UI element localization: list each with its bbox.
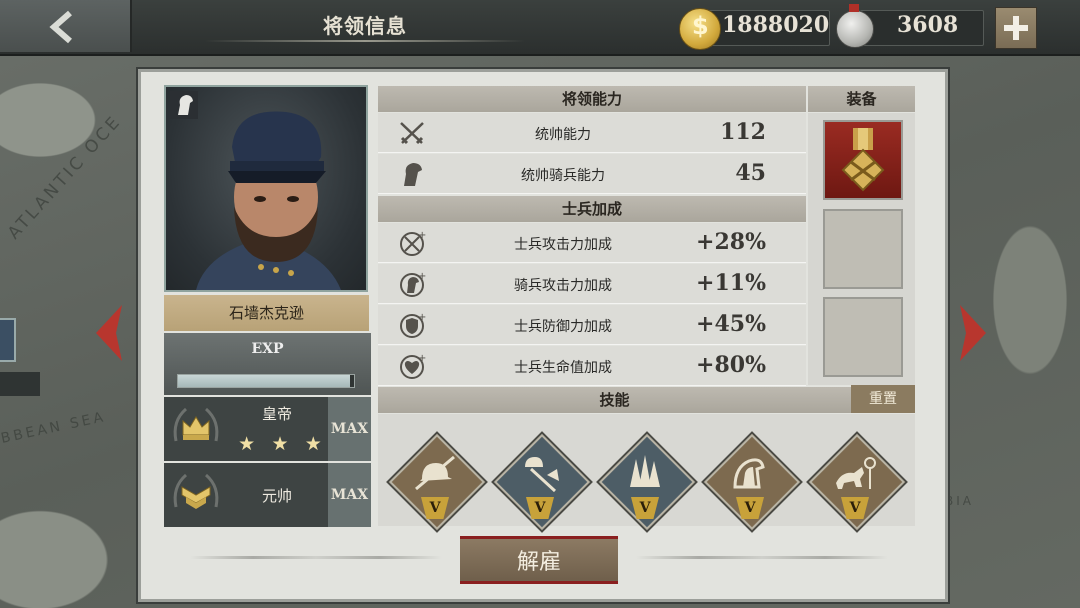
equipment-header: 装备	[808, 86, 915, 112]
medal-icon	[841, 128, 885, 192]
cavalry-class-icon	[170, 91, 198, 119]
crown-icon	[173, 407, 219, 442]
equipment-slot-3[interactable]	[823, 297, 903, 377]
dollar-symbol: $	[692, 12, 709, 40]
stat-row-cavalry-command: 统帅骑兵能力 45	[378, 154, 806, 194]
dismiss-button[interactable]: 解雇	[460, 536, 618, 584]
stat-label: 统帅骑兵能力	[521, 168, 605, 184]
stat-row-soldier-attack: + 士兵攻击力加成 +28%	[378, 223, 806, 263]
star-icon: ★	[238, 433, 256, 455]
rank-title-emperor: 皇帝	[261, 405, 292, 423]
skill-slot-2[interactable]: V	[493, 433, 591, 531]
exp-bar-fill	[178, 375, 351, 387]
stat-value: +28%	[696, 229, 766, 255]
stat-value: +45%	[696, 311, 766, 337]
general-portrait	[164, 85, 368, 292]
horse-head-icon	[404, 163, 422, 186]
stat-row-cavalry-attack: + 骑兵攻击力加成 +11%	[378, 264, 806, 304]
medal-amount: 3608	[897, 12, 959, 38]
stat-label: 士兵生命值加成	[514, 360, 612, 376]
knight-horse-icon	[733, 458, 765, 489]
rank-title-marshal: 元帅	[261, 487, 292, 505]
map-city-marker[interactable]	[0, 318, 16, 362]
rank-row-emperor: 皇帝 ★ ★ ★ MAX	[164, 397, 371, 461]
gold-amount: 1888020	[722, 12, 830, 38]
next-general-arrow-icon[interactable]	[960, 305, 986, 361]
star-icon: ★	[271, 433, 289, 455]
decorative-line-left	[190, 556, 442, 559]
stat-label: 骑兵攻击力加成	[514, 278, 612, 294]
stat-value: 112	[720, 119, 766, 145]
max-badge: MAX	[328, 463, 371, 527]
skill-slot-4[interactable]: V	[703, 433, 801, 531]
infantry-helmet-icon	[415, 455, 455, 491]
skills-header: 技能	[378, 387, 851, 413]
skill-slot-3[interactable]: V	[598, 433, 696, 531]
stat-row-soldier-defense: + 士兵防御力加成 +45%	[378, 305, 806, 345]
stat-label: 士兵防御力加成	[514, 319, 612, 335]
svg-text:+: +	[418, 230, 426, 241]
map-city-label	[0, 372, 40, 396]
skills-panel: V V V V V	[378, 414, 915, 531]
skill-slot-1[interactable]: V	[388, 433, 486, 531]
horse-plus-icon: +	[400, 271, 426, 297]
top-bar: 将领信息 $ 1888020 3608	[0, 0, 1080, 56]
soldier-bonus-header: 士兵加成	[378, 196, 806, 222]
exp-bar	[177, 374, 355, 388]
crossed-swords-icon	[400, 122, 424, 145]
stat-row-command: 统帅能力 112	[378, 113, 806, 153]
add-currency-button[interactable]	[995, 7, 1037, 49]
medal-ribbon	[849, 4, 859, 12]
svg-text:+: +	[418, 312, 426, 323]
title-underline	[205, 40, 525, 42]
back-arrow-icon	[49, 10, 72, 44]
sword-plus-icon: +	[400, 230, 426, 256]
shield-plus-icon: +	[400, 312, 426, 338]
stat-value: +80%	[696, 352, 766, 378]
exp-label: EXP	[251, 341, 284, 357]
stat-row-soldier-health: + 士兵生命值加成 +80%	[378, 346, 806, 386]
silver-medal-icon	[836, 10, 874, 48]
rank-stars: ★ ★ ★	[230, 433, 330, 455]
trees-icon	[630, 455, 660, 487]
equipment-slot-2[interactable]	[823, 209, 903, 289]
marshal-insignia-icon	[173, 473, 219, 509]
exp-section: EXP	[164, 333, 371, 395]
stat-label: 统帅能力	[535, 127, 591, 143]
map-label-bia: BIA	[945, 494, 974, 508]
abilities-header: 将领能力	[378, 86, 806, 112]
svg-text:+: +	[418, 271, 426, 282]
svg-text:+: +	[418, 353, 426, 364]
page-title: 将领信息	[323, 14, 407, 38]
stat-label: 士兵攻击力加成	[514, 237, 612, 253]
stat-value: +11%	[696, 270, 766, 296]
skill-slot-5[interactable]: V	[808, 433, 906, 531]
reset-skills-button[interactable]: 重置	[851, 385, 915, 413]
decorative-line-right	[636, 556, 888, 559]
max-badge: MAX	[328, 397, 371, 461]
rank-row-marshal: 元帅 MAX	[164, 463, 371, 527]
star-icon: ★	[304, 433, 322, 455]
equipment-slot-1[interactable]	[823, 120, 903, 200]
back-button[interactable]	[0, 0, 132, 52]
previous-general-arrow-icon[interactable]	[96, 305, 122, 361]
cavalry-charge-icon	[836, 457, 876, 489]
stat-value: 45	[735, 160, 766, 186]
axe-helmet-icon	[525, 457, 559, 493]
general-name: 石墙杰克逊	[164, 295, 369, 331]
heart-plus-icon: +	[400, 353, 426, 379]
